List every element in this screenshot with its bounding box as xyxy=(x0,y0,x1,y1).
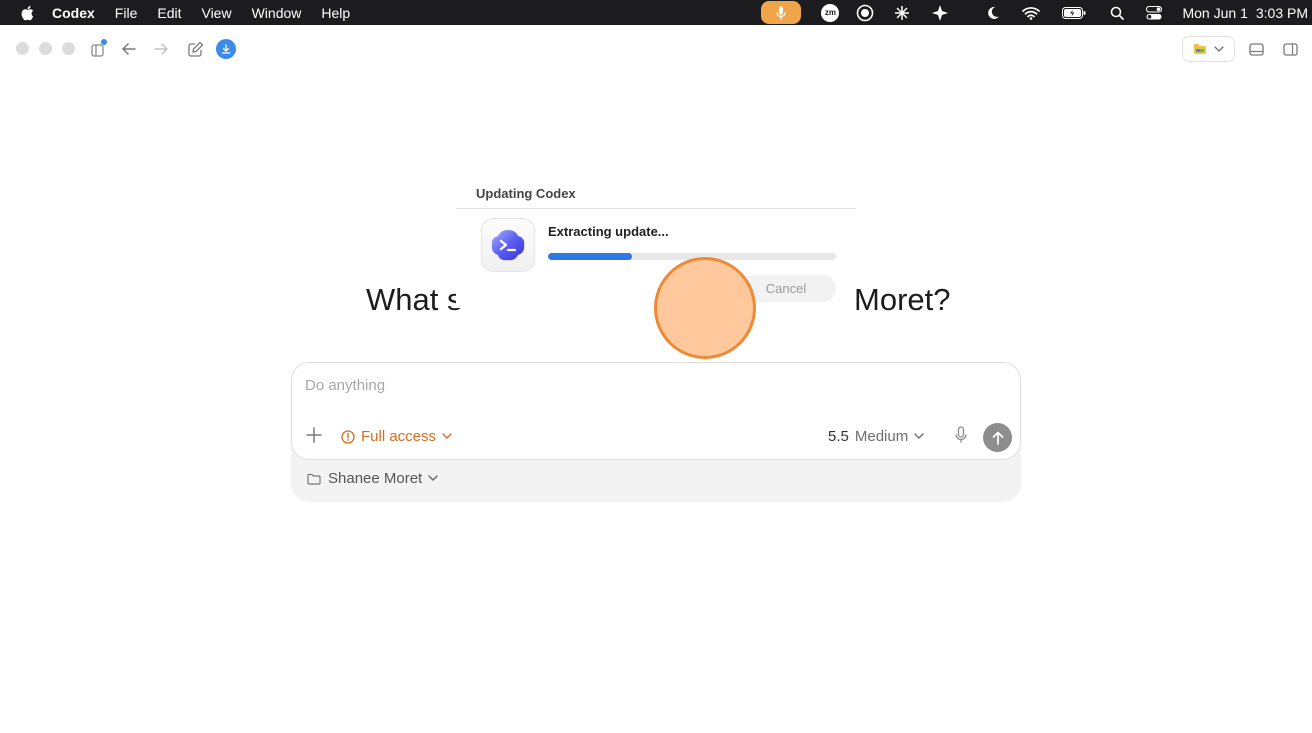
model-version: 5.5 xyxy=(828,428,849,445)
chevron-down-icon xyxy=(914,433,924,439)
moon-icon[interactable] xyxy=(986,0,1000,25)
access-mode-dropdown[interactable]: Full access xyxy=(341,428,452,445)
menu-file[interactable]: File xyxy=(115,5,138,21)
close-window-button[interactable] xyxy=(16,42,29,55)
microphone-icon[interactable] xyxy=(761,1,802,24)
menubar-time[interactable]: 3:03 PM xyxy=(1256,5,1308,21)
update-status: Extracting update... xyxy=(548,224,669,239)
menu-edit[interactable]: Edit xyxy=(157,5,181,21)
asterisk-icon[interactable] xyxy=(894,0,910,25)
prompt-input[interactable]: Do anything xyxy=(305,377,385,394)
menu-bar: Codex File Edit View Window Help zm Mon … xyxy=(0,0,1312,25)
control-center-icon[interactable] xyxy=(1146,0,1163,25)
dialog-divider xyxy=(456,208,856,209)
folder-icon xyxy=(307,473,321,485)
menu-app-name[interactable]: Codex xyxy=(52,5,95,21)
zoom-badge-text: zm xyxy=(821,3,840,22)
battery-icon[interactable] xyxy=(1062,0,1086,25)
folder-color-icon xyxy=(1193,44,1206,54)
minimize-window-button[interactable] xyxy=(39,42,52,55)
window-toolbar xyxy=(0,25,1312,73)
notification-dot xyxy=(101,39,107,45)
update-dialog: Updating Codex Extracting update... Canc… xyxy=(456,178,856,308)
forward-arrow-icon[interactable] xyxy=(153,41,169,57)
zoom-window-button[interactable] xyxy=(62,42,75,55)
chevron-down-icon xyxy=(1214,45,1224,52)
dialog-title: Updating Codex xyxy=(476,186,576,201)
menu-view[interactable]: View xyxy=(201,5,231,21)
send-button[interactable] xyxy=(983,423,1012,452)
apple-menu-icon[interactable] xyxy=(18,4,36,22)
record-icon[interactable] xyxy=(856,0,874,25)
chevron-down-icon xyxy=(428,475,438,481)
warning-icon xyxy=(341,429,355,444)
click-indicator xyxy=(654,257,756,359)
update-progress-fill xyxy=(548,253,632,260)
model-selector[interactable]: 5.5 Medium xyxy=(828,428,924,445)
new-chat-edit-icon[interactable] xyxy=(187,40,204,57)
composer: Do anything Full access 5.5 Medium xyxy=(291,362,1021,460)
codex-app-icon xyxy=(481,218,535,272)
welcome-heading-end: Moret? xyxy=(854,282,951,317)
right-panel-icon[interactable] xyxy=(1282,41,1298,57)
search-icon[interactable] xyxy=(1110,0,1125,25)
reasoning-effort: Medium xyxy=(854,428,909,445)
workspace-selector[interactable]: Shanee Moret xyxy=(307,470,438,487)
back-arrow-icon[interactable] xyxy=(121,41,137,57)
menubar-date[interactable]: Mon Jun 1 xyxy=(1182,5,1247,21)
menu-window[interactable]: Window xyxy=(252,5,302,21)
menu-help[interactable]: Help xyxy=(321,5,350,21)
access-mode-label: Full access xyxy=(361,428,437,445)
download-update-icon[interactable] xyxy=(216,39,236,59)
add-attachment-icon[interactable] xyxy=(305,426,323,444)
arrow-up-icon xyxy=(992,431,1003,445)
terminal-panel-icon[interactable] xyxy=(1248,41,1264,57)
welcome-heading-start: What s xyxy=(366,282,463,317)
voice-input-icon[interactable] xyxy=(954,426,970,446)
project-picker[interactable] xyxy=(1182,36,1235,62)
sparkle-icon[interactable] xyxy=(932,0,949,25)
workspace-name: Shanee Moret xyxy=(328,470,423,487)
wifi-icon[interactable] xyxy=(1022,0,1041,25)
chevron-down-icon xyxy=(442,433,452,439)
zoom-icon[interactable]: zm xyxy=(821,0,840,25)
